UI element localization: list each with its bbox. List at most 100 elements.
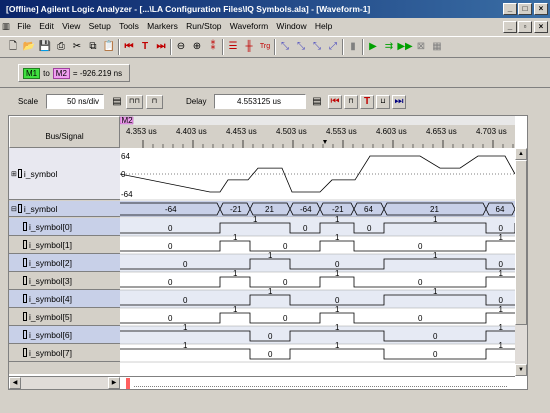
menu-waveform[interactable]: Waveform [227,18,271,35]
menu-edit[interactable]: Edit [36,18,57,35]
menu-tools[interactable]: Tools [116,18,142,35]
open-icon[interactable]: 📂 [22,40,36,54]
menu-setup[interactable]: Setup [86,18,114,35]
bit-icon [23,330,27,339]
menu-help[interactable]: Help [312,18,335,35]
delay-next-button[interactable]: ⊔ [376,95,390,109]
bit-name: i_symbol[7] [29,347,72,358]
save-icon[interactable]: 💾 [38,40,52,54]
bit-value-label: 0 [183,296,188,305]
run-icon[interactable]: ▶ [366,40,380,54]
bit-value-label: 0 [268,350,273,359]
time-tick-label: 4.553 us [326,127,357,136]
child-close-button[interactable]: × [534,21,548,33]
go-to-trigger-icon[interactable]: T [138,40,152,54]
zoom-out-icon[interactable]: ⊖ [174,40,188,54]
delay-end-button[interactable]: ⏭ [392,95,406,109]
bus-value-label: 64 [496,205,505,214]
m2-badge: M2 [52,67,70,79]
time-tick-label: 4.603 us [376,127,407,136]
menu-window[interactable]: Window [273,18,309,35]
zoom-in-icon[interactable]: ⊕ [190,40,204,54]
analog-signal-row[interactable]: ⊞ i_symbol [9,148,120,200]
marker-toolbar: M1 to M2 = -926.219 ns [0,59,550,88]
copy-icon[interactable]: ⧉ [86,40,100,54]
waveform-display[interactable]: M2 4.353 us 4.403 us 4.453 us 4.503 us 4.553 … [120,116,515,374]
bit-row-3[interactable]: i_symbol[3] [9,272,120,290]
menu-file[interactable]: File [14,18,34,35]
delay-spin-icon[interactable]: ▤ [310,95,324,109]
bit-row-7[interactable]: i_symbol[7] [9,344,120,362]
print-icon[interactable]: ⎙ [54,40,68,54]
cut-icon[interactable]: ✂ [70,40,84,54]
marker-icon-4[interactable]: ⤢ [326,40,340,54]
time-position-thumb[interactable] [126,378,130,389]
delay-label: Delay [186,97,207,106]
bit-row-1[interactable]: i_symbol[1] [9,236,120,254]
bit-value-label: 1 [499,305,504,314]
scale-delay-bar: Scale 50 ns/div ▤ ⊓⊓ ⊓ Delay 4.553125 us… [0,92,550,112]
scale-input[interactable]: 50 ns/div [46,94,104,109]
bit-icon [23,276,27,285]
vertical-scrollbar[interactable]: ▲ ▼ [515,148,527,376]
bit-row-2[interactable]: i_symbol[2] [9,254,120,272]
maximize-button[interactable]: □ [518,3,532,15]
marker-measurement[interactable]: M1 to M2 = -926.219 ns [18,64,130,82]
scroll-thumb[interactable] [515,160,527,325]
analog-signal-name: i_symbol [23,168,58,179]
menu-run-stop[interactable]: Run/Stop [183,18,224,35]
scroll-up-icon[interactable]: ▲ [515,148,527,160]
collapse-icon[interactable]: ⊟ [11,205,17,213]
scroll-right-icon[interactable]: ▶ [108,377,120,389]
marker-icon-1[interactable]: ⤡ [278,40,292,54]
marker-icon-2[interactable]: ⤡ [294,40,308,54]
new-icon[interactable]: 🗋 [6,40,20,54]
minimize-button[interactable]: _ [503,3,517,15]
stop-disabled-icon[interactable]: ▮ [346,40,360,54]
menu-view[interactable]: View [59,18,83,35]
bus-row[interactable]: ⊟ i_symbol [9,201,120,217]
go-to-end-icon[interactable]: ⏭ [154,40,168,54]
bit-value-label: 1 [499,341,504,350]
names-scrollbar[interactable]: ◀ ▶ [9,376,120,389]
app-icon[interactable]: ▥ [0,18,12,35]
zoom-out-scale-button[interactable]: ⊓ [146,95,163,109]
zoom-in-scale-button[interactable]: ⊓⊓ [126,95,143,109]
sampling-icon[interactable]: ╫ [242,40,256,54]
zoom-marker-icon[interactable]: ⁑ [206,40,220,54]
go-to-start-icon[interactable]: ⏮ [122,40,136,54]
bit-icon [23,258,27,267]
analog-bottom-label: -64 [121,190,133,199]
bus-signal-header[interactable]: Bus/Signal [9,116,120,148]
bit-row-4[interactable]: i_symbol[4] [9,290,120,308]
close-button[interactable]: × [534,3,548,15]
run-repetitive-icon[interactable]: ⇉ [382,40,396,54]
bit-row-0[interactable]: i_symbol[0] [9,218,120,236]
delay-prev-button[interactable]: ⊓ [344,95,358,109]
menu-markers[interactable]: Markers [144,18,181,35]
scale-label: Scale [18,97,39,106]
bit-row-6[interactable]: i_symbol[6] [9,326,120,344]
child-minimize-button[interactable]: _ [503,21,517,33]
child-restore-button[interactable]: ▫ [518,21,532,33]
bus-signal-setup-icon[interactable]: ☰ [226,40,240,54]
scroll-left-icon[interactable]: ◀ [9,377,21,389]
trigger-setup-icon[interactable]: Trg [258,40,272,54]
delay-input[interactable]: 4.553125 us [214,94,306,109]
scale-spin-icon[interactable]: ▤ [110,95,124,109]
bit-value-label: 0 [335,296,340,305]
expand-icon[interactable]: ⊞ [11,170,17,178]
bit-icon [23,240,27,249]
scroll-down-icon[interactable]: ▼ [515,364,527,376]
marker-icon-3[interactable]: ⤡ [310,40,324,54]
stop-icon[interactable]: ⊠ [414,40,428,54]
delay-start-button[interactable]: ⏮ [328,95,342,109]
bit-waveform [120,276,515,288]
stop-all-icon[interactable]: ▦ [430,40,444,54]
delay-trigger-button[interactable]: T [360,95,374,109]
paste-icon[interactable]: 📋 [102,40,116,54]
time-scrollbar[interactable] [120,376,515,389]
bit-value-label: 1 [499,323,504,332]
run-all-icon[interactable]: ▶▶ [397,40,412,54]
bit-row-5[interactable]: i_symbol[5] [9,308,120,326]
